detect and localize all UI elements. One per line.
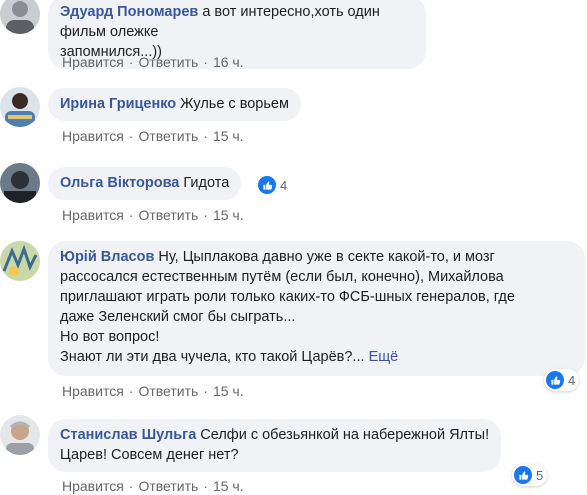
see-more-link[interactable]: Ещё <box>369 349 399 365</box>
comment-bubble: Юрій Власов Ну, Цыплакова давно уже в сек… <box>48 241 585 376</box>
separator: · <box>128 383 134 399</box>
like-button[interactable]: Нравится <box>62 207 124 223</box>
timestamp[interactable]: 15 ч. <box>213 383 244 399</box>
separator: · <box>203 207 208 223</box>
comment-text: Царев! Совсем денег нет? <box>60 447 239 463</box>
reply-button[interactable]: Ответить <box>138 128 198 144</box>
like-button[interactable]: Нравится <box>62 478 124 494</box>
comment-author[interactable]: Ольга Вікторова <box>60 175 179 191</box>
comment-text: приглашают играть роли только каких-то Ф… <box>60 289 515 305</box>
comment-author[interactable]: Эдуард Пономарев <box>60 4 198 20</box>
reaction-count[interactable]: 4 <box>256 174 291 196</box>
like-button[interactable]: Нравится <box>62 128 124 144</box>
comment-text: Гидота <box>183 175 230 191</box>
comment-actions: Нравится · Ответить · 15 ч. <box>62 477 244 495</box>
like-icon <box>546 371 564 389</box>
separator: · <box>128 54 134 70</box>
reply-button[interactable]: Ответить <box>138 54 198 70</box>
avatar[interactable] <box>0 87 40 127</box>
separator: · <box>203 54 208 70</box>
separator: · <box>128 207 134 223</box>
avatar[interactable] <box>0 241 40 281</box>
like-button[interactable]: Нравится <box>62 383 124 399</box>
reaction-number: 4 <box>568 372 576 388</box>
avatar[interactable] <box>0 163 40 203</box>
comment-text: Знают ли эти два чучела, кто такой Царёв… <box>60 349 365 365</box>
timestamp[interactable]: 15 ч. <box>213 128 244 144</box>
comment-actions: Нравится · Ответить · 16 ч. <box>62 53 244 71</box>
reply-button[interactable]: Ответить <box>138 207 198 223</box>
comment-text: рассосался естественным путём (если был,… <box>60 269 504 285</box>
reply-button[interactable]: Ответить <box>138 478 198 494</box>
comment-text: Но вот вопрос! <box>60 329 160 345</box>
comment-actions: Нравится · Ответить · 15 ч. <box>62 382 244 400</box>
comment-bubble: Ирина Гриценко Жулье с ворьем <box>48 88 301 121</box>
reaction-number: 4 <box>280 177 288 193</box>
separator: · <box>203 478 208 494</box>
comment-text: Ну, Цыплакова давно уже в секте какой-то… <box>158 249 495 265</box>
comment-text: Жулье с ворьем <box>180 96 289 112</box>
like-button[interactable]: Нравится <box>62 54 124 70</box>
separator: · <box>203 128 208 144</box>
comment-text: Селфи с обезьянкой на набережной Ялты! <box>200 427 490 443</box>
comment-bubble: Ольга Вікторова Гидота <box>48 167 242 200</box>
like-icon <box>514 466 532 484</box>
comment-actions: Нравится · Ответить · 15 ч. <box>62 206 244 224</box>
like-icon <box>258 176 276 194</box>
reaction-count[interactable]: 4 <box>544 369 580 391</box>
separator: · <box>203 383 208 399</box>
separator: · <box>128 128 134 144</box>
avatar[interactable] <box>0 415 40 455</box>
comment-text: даже Зеленский смог бы сыграть... <box>60 309 296 325</box>
timestamp[interactable]: 15 ч. <box>213 478 244 494</box>
comment-actions: Нравится · Ответить · 15 ч. <box>62 127 244 145</box>
comment-author[interactable]: Ирина Гриценко <box>60 96 176 112</box>
reply-button[interactable]: Ответить <box>138 383 198 399</box>
reaction-count[interactable]: 5 <box>512 464 548 486</box>
comment-author[interactable]: Станислав Шульга <box>60 427 196 443</box>
timestamp[interactable]: 16 ч. <box>213 54 244 70</box>
separator: · <box>128 478 134 494</box>
reaction-number: 5 <box>536 467 544 483</box>
comment-author[interactable]: Юрій Власов <box>60 249 154 265</box>
comment-bubble: Станислав Шульга Селфи с обезьянкой на на… <box>48 419 502 472</box>
timestamp[interactable]: 15 ч. <box>213 207 244 223</box>
avatar[interactable] <box>0 0 40 34</box>
